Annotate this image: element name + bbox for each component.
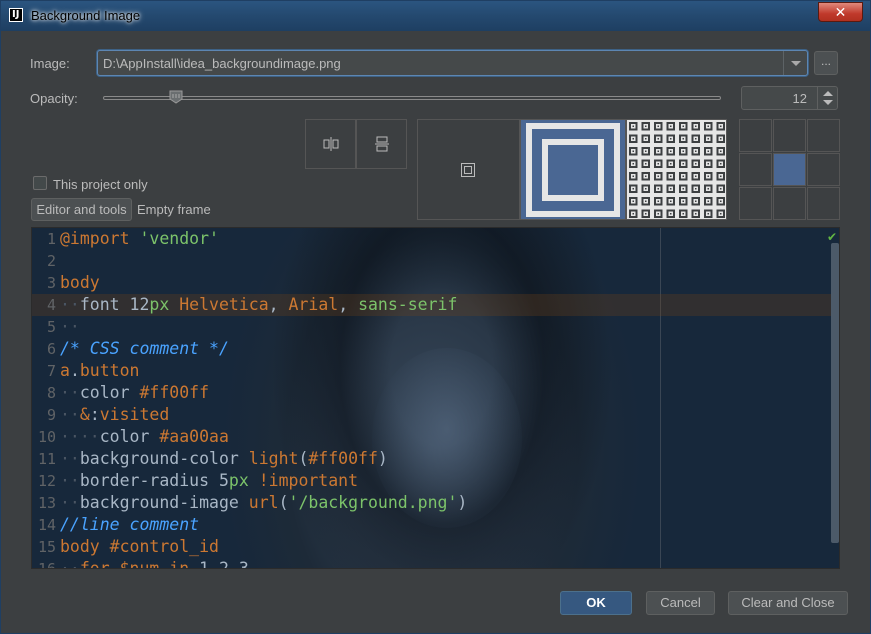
line-number: 16	[37, 560, 56, 569]
scale-fill-icon	[526, 123, 620, 217]
code-text: ··&:visited	[60, 405, 170, 424]
code-line: 3 body	[32, 272, 832, 294]
code-line: 9 ··&:visited	[32, 404, 832, 426]
chevron-down-icon[interactable]	[783, 51, 807, 75]
code-text: /* CSS comment */	[60, 339, 229, 358]
code-text: ··for $num in 1 2 3	[60, 559, 249, 569]
code-line: 12 ··border-radius 5px !important	[32, 470, 832, 492]
opacity-value[interactable]: 12	[793, 91, 807, 106]
browse-button[interactable]: ...	[814, 51, 838, 75]
ok-button[interactable]: OK	[560, 591, 632, 615]
line-number: 2	[46, 252, 56, 270]
line-number: 6	[46, 340, 56, 358]
code-line: 13 ··background-image url('/background.pn…	[32, 492, 832, 514]
clear-and-close-button[interactable]: Clear and Close	[728, 591, 848, 615]
editor-scrollbar[interactable]	[831, 243, 839, 543]
editor-preview: 1 @import 'vendor' 2 3 body 4 ··font 12px Helv…	[31, 227, 840, 569]
code-line: 2	[32, 250, 832, 272]
code-line: 15 body #control_id	[32, 536, 832, 558]
anchor-bottom-center[interactable]	[773, 187, 806, 220]
close-button[interactable]: ✕	[818, 2, 863, 22]
line-number: 7	[46, 362, 56, 380]
line-number: 1	[46, 230, 56, 248]
this-project-only-label[interactable]: This project only	[53, 177, 148, 192]
image-path-input[interactable]: D:\AppInstall\idea_backgroundimage.png	[103, 56, 341, 71]
line-number: 11	[37, 450, 56, 468]
code-line: 11 ··background-color light(#ff00ff)	[32, 448, 832, 470]
inspection-ok-icon: ✔	[826, 230, 837, 244]
anchor-top-left[interactable]	[739, 119, 772, 152]
code-text: a.button	[60, 361, 140, 380]
code-line: 16 ··for $num in 1 2 3	[32, 558, 832, 569]
anchor-bottom-right[interactable]	[807, 187, 840, 220]
code-line: 14//line comment	[32, 514, 832, 536]
flip-vertical-icon	[375, 136, 389, 152]
anchor-top-right[interactable]	[807, 119, 840, 152]
code-text: body	[60, 273, 100, 292]
cancel-button[interactable]: Cancel	[646, 591, 715, 615]
spinner-down-icon[interactable]	[823, 100, 833, 105]
line-number: 12	[37, 472, 56, 490]
fill-scale-option[interactable]	[520, 119, 626, 220]
dialog-title: Background Image	[31, 8, 141, 23]
flip-horizontal-icon	[323, 137, 339, 151]
tab-empty-frame[interactable]: Empty frame	[137, 202, 211, 217]
anchor-top-center[interactable]	[773, 119, 806, 152]
code-text: ··	[60, 317, 80, 336]
anchor-middle-right[interactable]	[807, 153, 840, 186]
code-line: 5 ··	[32, 316, 832, 338]
anchor-bottom-left[interactable]	[739, 187, 772, 220]
tile-fill-icon	[627, 120, 726, 219]
line-number: 14	[37, 516, 56, 534]
code-text: ··background-color light(#ff00ff)	[60, 449, 388, 468]
code-line: 4 ··font 12px Helvetica, Arial, sans-seri…	[32, 294, 832, 316]
intellij-icon: IJ	[9, 8, 23, 22]
line-number: 10	[37, 428, 56, 446]
flip-horizontal-button[interactable]	[305, 119, 356, 169]
fill-tile-option[interactable]	[626, 119, 727, 220]
anchor-grid	[739, 119, 840, 220]
code-text: @import 'vendor'	[60, 229, 219, 248]
line-number: 3	[46, 274, 56, 292]
code-line: 10 ····color #aa00aa	[32, 426, 832, 448]
line-number: 13	[37, 494, 56, 512]
anchor-center[interactable]	[773, 153, 806, 186]
spinner-up-icon[interactable]	[823, 91, 833, 96]
line-number: 15	[37, 538, 56, 556]
image-label: Image:	[30, 56, 70, 71]
anchor-middle-left[interactable]	[739, 153, 772, 186]
line-number: 9	[46, 406, 56, 424]
opacity-spinner[interactable]: 12	[741, 86, 838, 110]
code-line: 7 a.button	[32, 360, 832, 382]
plain-fill-icon	[461, 163, 475, 177]
code-text: ····color #aa00aa	[60, 427, 229, 446]
line-number: 5	[46, 318, 56, 336]
spinner-arrows[interactable]	[817, 87, 837, 109]
code-line: 6/* CSS comment */	[32, 338, 832, 360]
opacity-label: Opacity:	[30, 91, 78, 106]
code-text: ··border-radius 5px !important	[60, 471, 359, 490]
code-text: ··font 12px Helvetica, Arial, sans-serif	[60, 295, 458, 314]
fill-plain-option[interactable]	[417, 119, 520, 220]
flip-vertical-button[interactable]	[356, 119, 407, 169]
line-number: 4	[46, 296, 56, 314]
code-text: //line comment	[60, 515, 200, 534]
code-text: body #control_id	[60, 537, 219, 556]
code-text: ··color #ff00ff	[60, 383, 210, 402]
tab-editor-and-tools[interactable]: Editor and tools	[31, 198, 132, 221]
image-path-combobox[interactable]: D:\AppInstall\idea_backgroundimage.png	[97, 50, 808, 76]
code-line: 1 @import 'vendor'	[32, 228, 832, 250]
code-text: ··background-image url('/background.png'…	[60, 493, 468, 512]
line-number: 8	[46, 384, 56, 402]
code-line: 8 ··color #ff00ff	[32, 382, 832, 404]
title-bar[interactable]: IJ Background Image ✕	[1, 1, 870, 31]
this-project-only-checkbox[interactable]	[33, 176, 47, 190]
opacity-slider[interactable]	[103, 96, 721, 100]
opacity-slider-thumb[interactable]	[169, 90, 183, 104]
